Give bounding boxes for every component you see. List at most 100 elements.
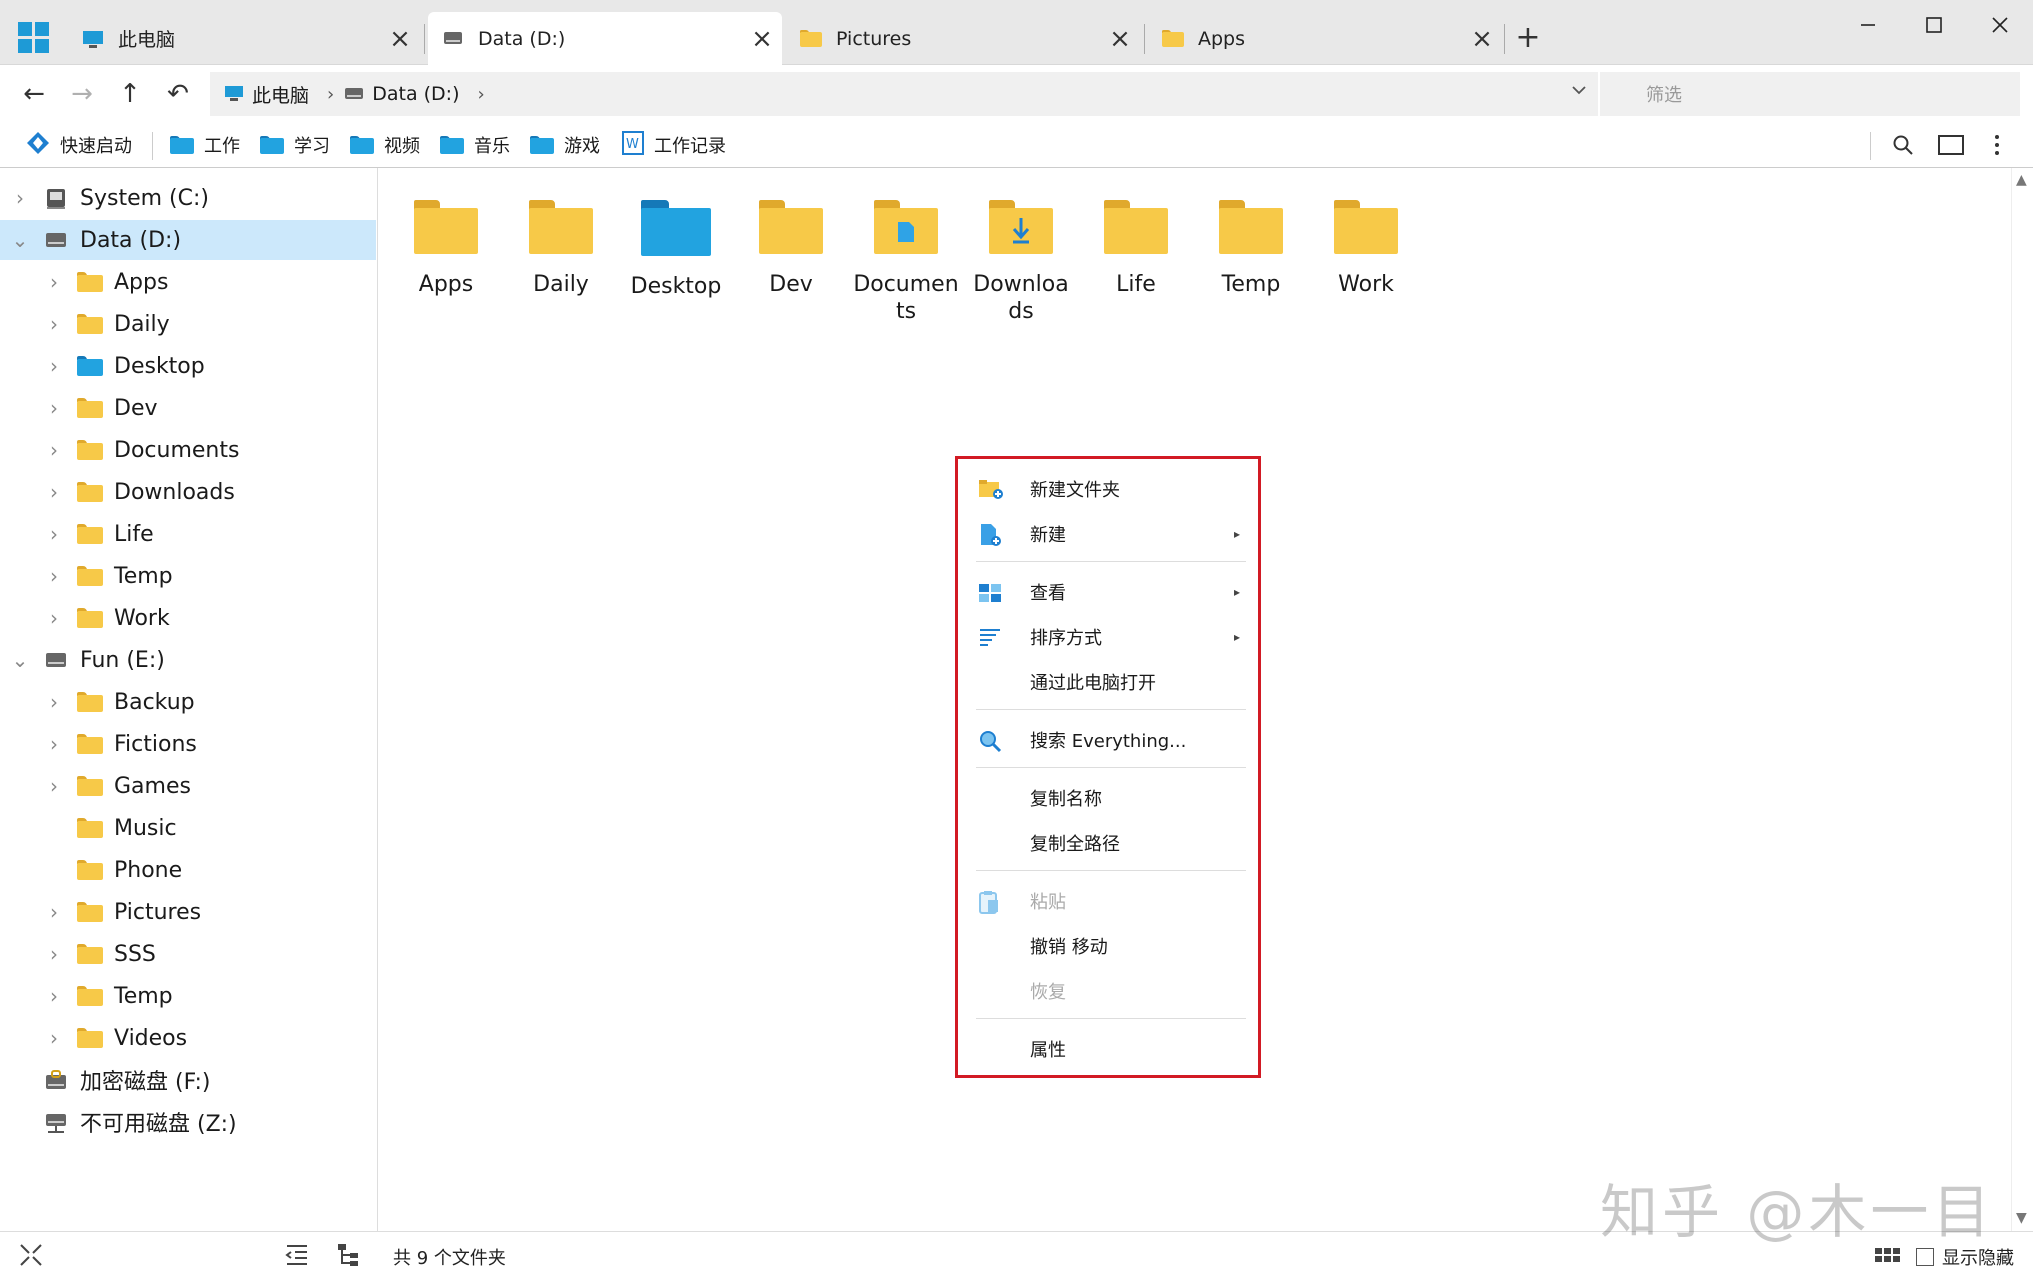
folder-item-documents[interactable]: Documen ts [850,200,962,325]
back-button[interactable]: ← [14,76,54,112]
tree-node-fictions[interactable]: › Fictions [0,724,376,764]
tree-node-temp-e[interactable]: › Temp [0,976,376,1016]
tree-node-encrypted-f[interactable]: 加密磁盘 (F:) [0,1060,376,1100]
tab-pictures[interactable]: Pictures × [786,12,1140,65]
menu-item-properties[interactable]: 属性 [970,1027,1246,1071]
expand-chevron-icon[interactable]: › [44,732,64,756]
menu-item-open-via-this-pc[interactable]: 通过此电脑打开 [970,660,1246,704]
quick-item-games[interactable]: 游戏 [530,130,600,160]
quick-item-music[interactable]: 音乐 [440,130,510,160]
expand-chevron-icon[interactable]: › [44,1026,64,1050]
tree-node-work[interactable]: › Work [0,598,376,638]
folder-item-apps[interactable]: Apps [390,200,502,298]
expand-chevron-icon[interactable]: › [44,270,64,294]
tree-node-music[interactable]: Music [0,808,376,848]
folder-item-dev[interactable]: Dev [735,200,847,298]
expand-chevron-icon[interactable]: › [44,984,64,1008]
quick-item-study[interactable]: 学习 [260,130,330,160]
tree-node-sss[interactable]: › SSS [0,934,376,974]
expand-chevron-icon[interactable]: › [44,480,64,504]
menu-item-redo[interactable]: 恢复 [970,969,1246,1013]
tree-node-dev[interactable]: › Dev [0,388,376,428]
close-tab-icon[interactable]: × [1462,24,1502,54]
forward-button[interactable]: → [62,76,102,112]
tab-this-pc[interactable]: 此电脑 × [68,12,420,65]
tree-node-fun-e[interactable]: ⌄ Fun (E:) [0,640,376,680]
menu-item-copy-name[interactable]: 复制名称 [970,776,1246,820]
quick-item-work[interactable]: 工作 [170,130,240,160]
menu-item-paste[interactable]: 粘贴 [970,879,1246,923]
tree-node-documents[interactable]: › Documents [0,430,376,470]
vertical-scrollbar[interactable]: ▲ ▼ [2011,168,2033,1231]
menu-item-new[interactable]: 新建 ▸ [970,512,1246,556]
new-tab-button[interactable]: + [1513,20,1543,55]
expand-chevron-icon[interactable]: › [44,690,64,714]
tree-view-icon[interactable] [336,1242,362,1273]
menu-item-undo-move[interactable]: 撤销 移动 [970,924,1246,968]
breadcrumb-this-pc[interactable]: 此电脑 [224,81,309,108]
close-window-button[interactable] [1980,10,2020,40]
search-icon[interactable] [1886,130,1920,160]
menu-item-view[interactable]: 查看 ▸ [970,570,1246,614]
folder-item-desktop[interactable]: Desktop [620,200,732,300]
folder-item-downloads[interactable]: Downloa ds [965,200,1077,325]
expand-chevron-icon[interactable]: › [44,354,64,378]
folder-item-temp[interactable]: Temp [1195,200,1307,298]
scroll-up-icon[interactable]: ▲ [2016,172,2027,188]
expand-chevron-icon[interactable]: › [44,942,64,966]
tree-node-unavailable-z[interactable]: 不可用磁盘 (Z:) [0,1102,376,1142]
expand-chevron-icon[interactable]: › [44,900,64,924]
expand-chevron-icon[interactable]: › [44,438,64,462]
address-bar[interactable]: 此电脑 › Data (D:) › [210,72,1598,116]
tree-node-games[interactable]: › Games [0,766,376,806]
indent-icon[interactable] [284,1242,310,1273]
tree-node-temp[interactable]: › Temp [0,556,376,596]
scroll-down-icon[interactable]: ▼ [2016,1210,2027,1226]
menu-item-new-folder[interactable]: 新建文件夹 [970,467,1246,511]
quick-launch-button[interactable]: 快速启动 [26,130,132,160]
tree-node-system-c[interactable]: › System (C:) [0,178,376,218]
maximize-button[interactable] [1914,10,1954,40]
expand-chevron-icon[interactable]: › [44,564,64,588]
expand-chevron-icon[interactable]: › [44,606,64,630]
collapse-chevron-icon[interactable]: ⌄ [10,648,30,672]
tree-node-life[interactable]: › Life [0,514,376,554]
close-tab-icon[interactable]: × [380,24,420,54]
expand-chevron-icon[interactable]: › [44,522,64,546]
more-options-icon[interactable] [1980,130,2014,160]
tab-data-d[interactable]: Data (D:) × [428,12,782,66]
show-hidden-checkbox[interactable] [1916,1248,1934,1266]
quick-item-video[interactable]: 视频 [350,130,420,160]
tree-node-desktop[interactable]: › Desktop [0,346,376,386]
folder-item-life[interactable]: Life [1080,200,1192,298]
filter-input[interactable]: 筛选 [1600,72,2020,116]
tree-node-backup[interactable]: › Backup [0,682,376,722]
address-dropdown-icon[interactable] [1570,80,1588,104]
breadcrumb-chevron-icon[interactable]: › [477,84,484,105]
app-logo-icon[interactable] [18,22,49,53]
folder-item-daily[interactable]: Daily [505,200,617,298]
tree-node-phone[interactable]: Phone [0,850,376,890]
minimize-button[interactable] [1848,10,1888,40]
expand-chevron-icon[interactable]: › [44,396,64,420]
tree-node-daily[interactable]: › Daily [0,304,376,344]
tree-node-videos[interactable]: › Videos [0,1018,376,1058]
close-tab-icon[interactable]: × [1100,24,1140,54]
tab-apps[interactable]: Apps × [1148,12,1502,65]
tree-node-data-d[interactable]: ⌄ Data (D:) [0,220,376,260]
tree-node-pictures[interactable]: › Pictures [0,892,376,932]
collapse-all-icon[interactable] [18,1242,44,1273]
quick-item-work-log[interactable]: W 工作记录 [622,130,726,160]
up-button[interactable]: ↑ [110,76,150,112]
collapse-chevron-icon[interactable]: ⌄ [10,228,30,252]
expand-chevron-icon[interactable]: › [44,774,64,798]
undo-button[interactable]: ↶ [158,76,198,112]
menu-item-sort-by[interactable]: 排序方式 ▸ [970,615,1246,659]
preview-pane-icon[interactable] [1934,130,1968,160]
expand-chevron-icon[interactable]: › [44,312,64,336]
breadcrumb-data-d[interactable]: Data (D:) [344,83,459,105]
tree-node-apps[interactable]: › Apps [0,262,376,302]
close-tab-icon[interactable]: × [742,24,782,54]
expand-chevron-icon[interactable]: › [10,186,30,210]
tree-node-downloads[interactable]: › Downloads [0,472,376,512]
